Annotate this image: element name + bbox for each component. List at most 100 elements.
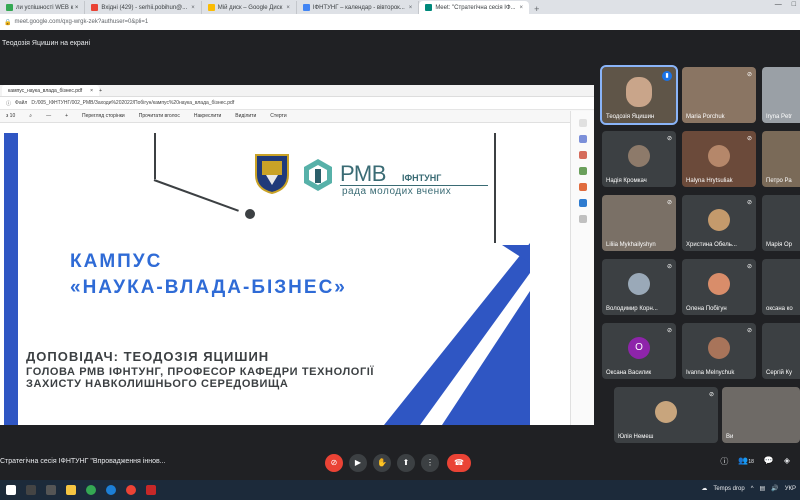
browser-tab-strip: ли успішності WEB к × Вхідні (429) - ser… [0,0,800,14]
participant-tile[interactable]: ⊘ Христина Обель... [682,195,756,251]
close-icon[interactable]: × [520,5,524,11]
presenting-label: Теодозія Яцишин на екрані [2,40,91,47]
gmail-icon [91,4,99,11]
participant-tile[interactable]: Петро Ра [762,131,800,187]
browser-tab[interactable]: Мій диск – Google Диск × [202,1,297,14]
close-icon[interactable]: × [409,5,413,11]
zoom-in-icon: + [65,113,68,119]
slide-title-line1: КАМПУС [70,251,163,272]
decor-line [154,133,156,179]
address-bar[interactable]: 🔒 meet.google.com/qxg-wrgk-zek?authuser=… [0,14,800,30]
tools-icon [578,151,587,159]
mic-off-icon: ⊘ [746,136,752,142]
participant-tile[interactable]: оксана ко [762,259,800,315]
new-tab-icon: + [99,87,103,94]
shopping-icon [578,135,587,143]
file-explorer-icon[interactable] [66,485,76,495]
zoom-out-icon: — [46,113,52,119]
pdf-tab-strip: кампус_наука_влада_бізнес.pdf × + [0,85,594,97]
mic-off-icon: ⊘ [330,458,338,467]
participant-tile[interactable]: ⊘ Halyna Hrytsuliak [682,131,756,187]
close-icon[interactable]: × [286,5,290,11]
edge-icon[interactable] [106,485,116,495]
mic-toggle-button[interactable]: ⊘ [325,454,343,472]
edge-sidebar [570,111,594,425]
minimize-icon[interactable]: — [775,1,782,8]
url-text: meet.google.com/qxg-wrgk-zek?authuser=0&… [14,19,149,25]
chrome-icon[interactable] [86,485,96,495]
participant-tile[interactable]: О ⊘ Оксана Василик [602,323,676,379]
decor-dot [245,209,255,219]
participant-tile[interactable]: ⊘ Олена Побігун [682,259,756,315]
end-call-button[interactable]: ☎ [447,454,471,472]
slide-accent-bar [4,133,18,425]
participant-tile[interactable]: Iryna Petr [762,67,800,123]
mic-off-icon: ⊘ [666,200,672,206]
avatar [708,209,730,231]
sheets-icon [6,4,13,11]
hang-up-icon: ☎ [454,458,464,467]
outlook-icon [578,199,587,207]
games-icon [578,167,587,175]
volume-icon[interactable]: 🔊 [771,485,778,492]
participant-tile[interactable]: ⊘ Liliia Mykhailyshyn [602,195,676,251]
activities-icon[interactable]: ◈ [784,456,790,467]
avatar [708,273,730,295]
people-icon[interactable]: 👥18 [738,456,754,467]
participant-tile[interactable]: ⊘ Надія Кромкач [602,131,676,187]
chat-icon[interactable]: 💬 [764,456,774,467]
raise-hand-button[interactable]: ✋ [373,454,391,472]
task-view-icon[interactable] [46,485,56,495]
self-tile[interactable]: Ви [722,387,800,443]
participant-tile[interactable]: Марія Ор [762,195,800,251]
participant-video [626,77,652,107]
browser-tab[interactable]: ли успішності WEB к × [0,1,86,14]
new-tab-button[interactable]: + [529,4,544,14]
presentation-slide: РМВ ІФНТУНГ рада молодих вчених КАМПУС «… [4,133,530,425]
chrome-icon[interactable] [126,485,136,495]
participant-tile[interactable]: ⊘ Володимир Корн... [602,259,676,315]
close-icon[interactable]: × [191,5,195,11]
slide-title-line2: «НАУКА-ВЛАДА-БІЗНЕС» [70,277,347,298]
avatar [628,273,650,295]
pdf-toolbar: з 10 ⌕ — + Перегляд сторінки Прочитати в… [0,110,594,123]
close-icon: × [90,87,94,94]
coat-of-arms-icon [255,154,289,195]
shared-screen: кампус_наука_влада_бізнес.pdf × + ⓘ Файл … [0,85,594,425]
search-icon: ⌕ [29,113,33,119]
pdf-address-bar: ⓘ Файл D:/005_ІФНТУНГ/002_РМВ/Заходи%202… [0,97,594,110]
windows-start-icon[interactable] [6,485,16,495]
participant-tile[interactable]: ▮ Теодозія Яцишин [600,65,678,125]
participant-tile[interactable]: ⊘ Ivanna Melnychuk [682,323,756,379]
maximize-icon[interactable]: □ [792,1,796,8]
search-icon[interactable] [26,485,36,495]
participant-tile[interactable]: Сергій Ку [762,323,800,379]
participant-tile[interactable]: ⊘ Maria Porchuk [682,67,756,123]
meet-icon [425,4,433,11]
meet-side-controls: ⓘ 👥18 💬 ◈ [720,456,790,467]
browser-tab[interactable]: ІФНТУНГ – календар - вівторок... × [297,1,420,14]
network-icon[interactable]: ▤ [760,485,766,492]
browser-tab-active[interactable]: Meet: "Стратегічна сесія ІФ... × [419,1,530,14]
info-icon[interactable]: ⓘ [720,456,728,467]
acrobat-icon[interactable] [146,485,156,495]
camera-toggle-button[interactable]: ▶ [349,454,367,472]
language-indicator[interactable]: УКР [785,486,796,492]
decor-line [494,133,496,243]
mic-off-icon: ⊘ [708,392,714,398]
participant-tile[interactable]: ⊘ Юлія Немеш [614,387,718,443]
logo-text: РМВ [340,161,386,186]
mic-off-icon: ⊘ [746,328,752,334]
decor-line [153,179,239,212]
lock-icon: 🔒 [4,19,12,26]
mic-off-icon: ⊘ [746,264,752,270]
browser-tab[interactable]: Вхідні (429) - serhii.pobihun@... × [85,1,202,14]
drive-icon [207,4,215,11]
chevron-up-icon[interactable]: ^ [751,486,754,492]
more-options-button[interactable]: ⋮ [421,454,439,472]
logo-subtitle: рада молодих вчених [342,186,452,197]
logo-org: ІФНТУНГ [402,173,442,183]
rmv-logo-icon [304,159,332,191]
present-button[interactable]: ⬆ [397,454,415,472]
present-icon: ⬆ [402,458,410,467]
